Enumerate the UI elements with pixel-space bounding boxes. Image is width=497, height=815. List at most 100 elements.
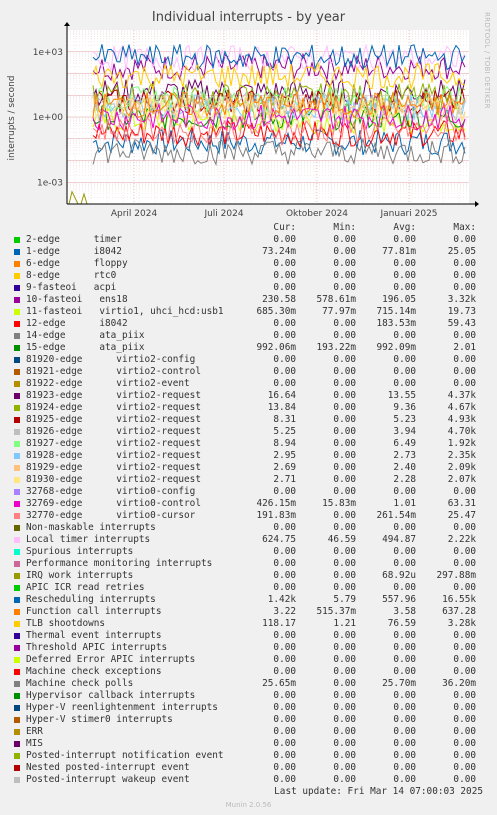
legend-name: Posted-interrupt notification event [26,750,224,761]
legend-name: 32768-edge virtio0-config [26,486,196,497]
legend-row: Machine check exceptions 0.00 0.00 0.00 0.00 [0,666,497,678]
legend-min: 0.00 [333,702,356,713]
legend-avg: 76.59 [387,618,416,629]
legend-avg: 6.49 [393,438,416,449]
legend-min: 0.00 [333,678,356,689]
legend-max: 637.28 [442,606,476,617]
legend-cur: 0.00 [273,546,296,557]
legend-max: 4.70k [447,426,476,437]
legend-name: 81922-edge virtio2-event [26,378,190,389]
legend-cur: 13.84 [267,402,296,413]
legend-min: 0.00 [333,522,356,533]
legend-swatch [14,273,20,279]
legend-swatch [14,321,20,327]
legend-row: 1-edge i8042 73.24m 0.00 77.81m 25.05 [0,246,497,258]
legend-name: Rescheduling interrupts [26,594,156,605]
legend-avg: 992.09m [376,342,416,353]
legend-min: 0.00 [333,570,356,581]
legend-row: Deferred Error APIC interrupts 0.00 0.00 0.… [0,654,497,666]
legend-name: 15-edge ata_piix [26,342,145,353]
legend-max: 2.35k [447,450,476,461]
legend-avg: 3.94 [393,426,416,437]
legend-name: Function call interrupts [26,606,162,617]
legend-row: Thermal event interrupts 0.00 0.00 0.00 0.00 [0,630,497,642]
legend-cur: 0.00 [273,330,296,341]
legend-swatch [14,393,20,399]
legend-swatch [14,597,20,603]
legend-max: 0.00 [453,558,476,569]
legend-max: 0.00 [453,690,476,701]
legend-cur: 426.15m [256,498,296,509]
legend-cur: 118.17 [262,618,296,629]
x-tick-label: April 2024 [111,209,158,219]
legend-min: 578.61m [316,294,356,305]
legend-max: 0.00 [453,486,476,497]
legend-cur: 230.58 [262,294,296,305]
legend-row: MIS 0.00 0.00 0.00 0.00 [0,738,497,750]
legend-name: 9-fasteoi acpi [26,282,117,293]
legend-name: 1-edge i8042 [26,246,122,257]
legend-cur: 685.30m [256,306,296,317]
legend-cur: 0.00 [273,738,296,749]
legend-name: APIC ICR read retries [26,582,145,593]
legend-row: 32769-edge virtio0-control 426.15m 15.83m 1… [0,498,497,510]
legend-row: 2-edge timer 0.00 0.00 0.00 0.00 [0,234,497,246]
legend-row: Local timer interrupts 624.75 46.59 494.87 2… [0,534,497,546]
legend-swatch [14,753,20,759]
legend-swatch [14,729,20,735]
legend-row: Machine check polls 25.65m 0.00 25.70m 36.20… [0,678,497,690]
legend-swatch [14,621,20,627]
legend-swatch [14,561,20,567]
legend-min: 0.00 [333,282,356,293]
legend-swatch [14,477,20,483]
legend-name: 81930-edge virtio2-request [26,474,201,485]
legend-row: Posted-interrupt wakeup event 0.00 0.00 0.0… [0,774,497,786]
legend-max: 1.92k [447,438,476,449]
legend-min: 0.00 [333,750,356,761]
legend-min: 0.00 [333,738,356,749]
legend-avg: 13.55 [387,390,416,401]
legend-max: 0.00 [453,330,476,341]
legend-avg: 68.92u [382,570,416,581]
legend-swatch [14,573,20,579]
legend-name: 10-fasteoi ens18 [26,294,128,305]
legend-max: 0.00 [453,522,476,533]
legend-cur: 3.22 [273,606,296,617]
legend-max: 16.55k [442,594,476,605]
legend-name: 32769-edge virtio0-control [26,498,201,509]
legend-swatch [14,609,20,615]
legend-row: Performance monitoring interrupts 0.00 0.0… [0,558,497,570]
legend-swatch [14,429,20,435]
legend-avg: 715.14m [376,306,416,317]
legend-min: 515.37m [316,606,356,617]
legend-cur: 0.00 [273,666,296,677]
legend-min: 0.00 [333,774,356,785]
munin-version: Munin 2.0.56 [225,801,272,809]
legend-name: Threshold APIC interrupts [26,642,168,653]
legend-avg: 0.00 [393,582,416,593]
legend-avg: 0.00 [393,726,416,737]
legend-cur: 25.65m [262,678,296,689]
legend-avg: 0.00 [393,762,416,773]
legend-cur: 0.00 [273,558,296,569]
legend-max: 3.32k [447,294,476,305]
legend-min: 193.22m [316,342,356,353]
legend-row: 32768-edge virtio0-config 0.00 0.00 0.00 0.0… [0,486,497,498]
legend-swatch [14,489,20,495]
legend-name: 8-edge rtc0 [26,270,117,281]
legend-avg: 1.01 [393,498,416,509]
legend-min: 0.00 [333,726,356,737]
legend-swatch [14,525,20,531]
legend-max: 0.00 [453,258,476,269]
header-cur: Cur: [273,222,296,233]
legend-name: TLB shootdowns [26,618,106,629]
legend-min: 0.00 [333,462,356,473]
legend-max: 0.00 [453,234,476,245]
legend-min: 0.00 [333,270,356,281]
chart-plot: April 2024 Juli 2024 Oktober 2024 Januari 2… [7,22,479,219]
legend-max: 63.31 [447,498,476,509]
legend-name: MIS [26,738,43,749]
legend-max: 36.20m [442,678,476,689]
legend-avg: 3.58 [393,606,416,617]
legend-row: Posted-interrupt notification event 0.00 0… [0,750,497,762]
